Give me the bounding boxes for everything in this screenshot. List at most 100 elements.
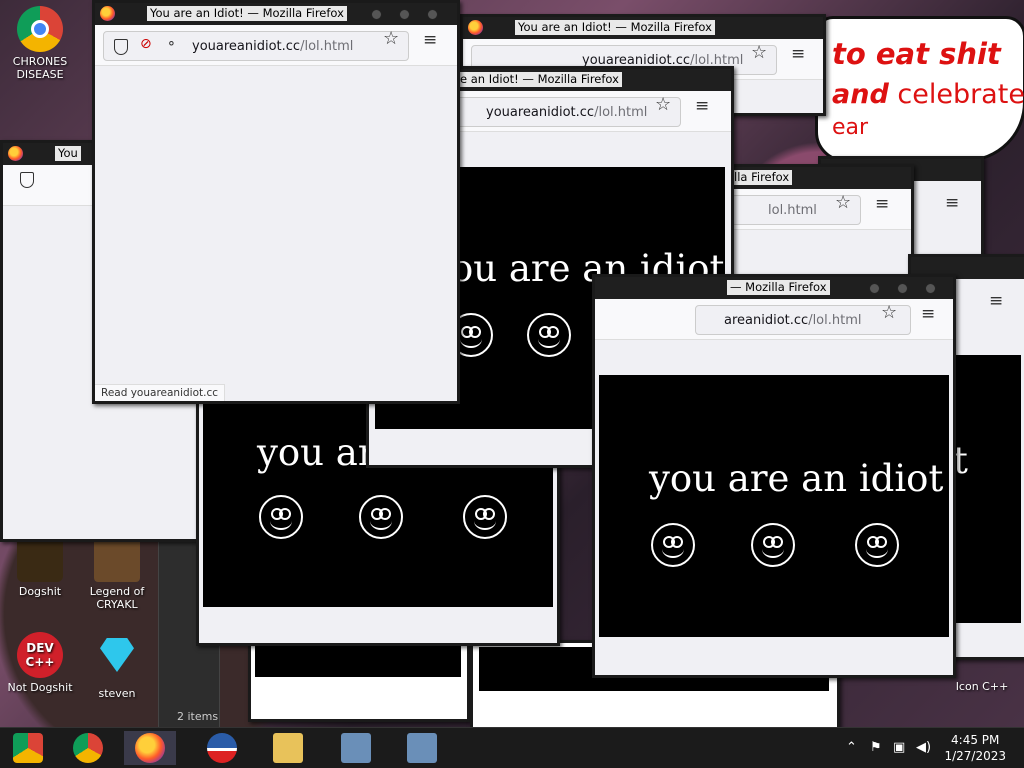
desktop-icon-steven[interactable]: steven [79,632,155,700]
bookmark-star-icon[interactable]: ☆ [881,302,897,323]
window-title: e an Idiot! — Mozilla Firefox [457,72,622,87]
system-clock[interactable]: 4:45 PM 1/27/2023 [944,732,1006,764]
taskbar-file-explorer-button[interactable] [262,731,314,765]
chrome-icon [17,6,63,52]
hamburger-menu-icon[interactable]: ≡ [945,193,959,213]
browser-window-back-bottom-1[interactable] [248,636,470,722]
blocked-icon[interactable]: ⊘ [140,36,152,52]
url-bar[interactable]: areanidiot.cc/lol.html [695,305,911,335]
banner-line-2-bold: and [832,79,889,110]
browser-window-right-main[interactable]: — Mozilla Firefox areanidiot.cc/lol.html… [592,274,956,678]
page-black-area [255,643,461,677]
permissions-icon[interactable]: ⚬ [166,37,177,52]
url-text: youareanidiot.cc/lol.html [192,39,353,54]
obama-logo-icon [207,733,237,763]
window-title: You [55,146,81,161]
shield-icon[interactable] [114,39,128,55]
desktop-icon-not-dogshit[interactable]: DEV C++ Not Dogshit [2,632,78,694]
url-bar[interactable]: youareanidiot.cc/lol.html [455,97,681,127]
dev-cpp-icon: DEV C++ [17,632,63,678]
desktop-icon-label: Icon C++ [955,680,1009,693]
bookmark-star-icon[interactable]: ☆ [655,94,671,115]
url-text: areanidiot.cc/lol.html [724,313,862,328]
desktop-icon-legend-of-cryakl[interactable]: Legend of CRYAKL [79,536,155,611]
url-bar[interactable]: ⊘ ⚬ youareanidiot.cc/lol.html [103,31,409,61]
url-domain: areanidiot.cc [724,313,809,328]
smiley-icon [751,523,795,567]
window-titlebar[interactable]: lla Firefox [723,167,911,189]
desktop-icon-chrones-disease[interactable]: CHRONES DISEASE [2,6,78,81]
url-domain: youareanidiot.cc [192,39,301,54]
url-domain: youareanidiot.cc [486,105,595,120]
hamburger-menu-icon[interactable]: ≡ [875,194,889,214]
desktop-icon-label: Legend of CRYAKL [89,585,145,611]
banner-line-2: and celebrate [832,79,1024,110]
taskbar-chrome-remote-button[interactable] [2,731,54,765]
clock-time: 4:45 PM [951,733,1000,747]
browser-window-right-stack-2[interactable]: lla Firefox lol.html ☆ ≡ [720,164,914,280]
window-titlebar[interactable]: You are an Idiot! — Mozilla Firefox [463,17,823,39]
hamburger-menu-icon[interactable]: ≡ [989,291,1003,311]
explorer-status: 2 items [177,710,219,723]
firefox-icon [135,733,165,763]
window-title: You are an Idiot! — Mozilla Firefox [515,20,715,35]
network-icon[interactable]: ▣ [893,740,905,755]
window-titlebar[interactable]: — Mozilla Firefox [595,277,953,299]
bookmark-star-icon[interactable]: ☆ [383,28,399,49]
clock-date: 1/27/2023 [944,749,1006,763]
installer-icon [341,733,371,763]
hamburger-menu-icon[interactable]: ≡ [695,96,709,116]
taskbar-installer-button-1[interactable] [330,731,382,765]
close-button[interactable] [427,9,438,20]
banner-line-3: ear [832,115,869,140]
taskbar-firefox-button[interactable] [124,731,176,765]
minimize-button[interactable] [371,9,382,20]
browser-window-front-blank[interactable]: You are an Idiot! — Mozilla Firefox ⊘ ⚬ … [92,0,460,404]
bookmark-star-icon[interactable]: ☆ [835,192,851,213]
volume-icon[interactable]: ◀) [916,740,931,755]
smiley-icon [259,495,303,539]
firefox-icon [468,20,483,35]
idiot-text: you are an idiot [649,457,944,500]
hamburger-menu-icon[interactable]: ≡ [791,44,805,64]
window-title: You are an Idiot! — Mozilla Firefox [147,6,347,21]
smiley-icon [651,523,695,567]
taskbar-installer-button-2[interactable] [396,731,448,765]
window-title: — Mozilla Firefox [727,280,830,295]
nav-toolbar: ⊘ ⚬ youareanidiot.cc/lol.html ☆ ≡ [95,25,457,66]
taskbar-obama-button[interactable] [196,731,248,765]
chrome-remote-icon [13,733,43,763]
bookmark-star-icon[interactable]: ☆ [751,42,767,63]
window-titlebar[interactable]: You are an Idiot! — Mozilla Firefox [95,3,457,25]
firefox-icon [8,146,23,161]
close-button[interactable] [925,283,936,294]
url-path: /lol.html [300,39,354,54]
smiley-icon [855,523,899,567]
taskbar-chrome-button[interactable] [62,731,114,765]
desktop-icon-dogshit[interactable]: Dogshit [2,536,78,598]
hamburger-menu-icon[interactable]: ≡ [423,30,437,50]
page-black-area: you are an idiot [599,375,949,637]
url-path: lol.html [768,203,817,218]
desktop-icon-label: Dogshit [18,585,62,598]
dogshit-icon [17,536,63,582]
maximize-button[interactable] [399,9,410,20]
legend-of-cryakl-icon [94,536,140,582]
smiley-icon [359,495,403,539]
smiley-icon [463,495,507,539]
url-text: lol.html [768,203,817,218]
firefox-icon [100,6,115,21]
smiley-icon [527,313,571,357]
installer-icon [407,733,437,763]
hamburger-menu-icon[interactable]: ≡ [921,304,935,324]
folder-icon [273,733,303,763]
desktop-icon-label: CHRONES DISEASE [12,55,68,81]
shield-icon[interactable] [20,172,34,188]
flag-icon[interactable]: ⚑ [870,740,882,755]
maximize-button[interactable] [897,283,908,294]
banner-bubble: to eat shit and celebrate ear [815,16,1024,162]
show-hidden-icons-chevron-icon[interactable]: ⌃ [846,740,857,755]
nav-toolbar: areanidiot.cc/lol.html ☆ ≡ [595,299,953,340]
minimize-button[interactable] [869,283,880,294]
window-title: lla Firefox [731,170,793,185]
